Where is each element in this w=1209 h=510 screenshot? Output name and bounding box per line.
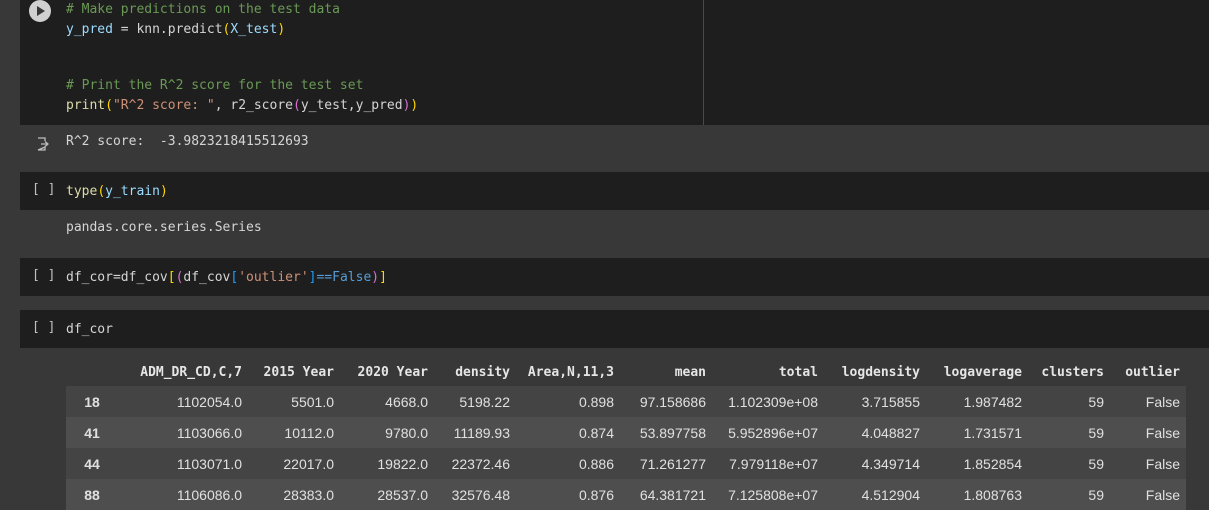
row-index: 88: [66, 479, 118, 510]
column-header: Area,N,11,3: [516, 358, 620, 386]
table-cell: False: [1110, 417, 1186, 448]
table-cell: 32576.48: [434, 479, 516, 510]
table-header-row: ADM_DR_CD,C,7 2015 Year 2020 Year density Ar…: [66, 358, 1186, 386]
table-cell: 22017.0: [248, 448, 340, 479]
table-cell: False: [1110, 479, 1186, 510]
code-cell-filter[interactable]: df_cor=df_cov[(df_cov['outlier']==False)…: [20, 258, 1209, 296]
column-header: clusters: [1028, 358, 1110, 386]
table-cell: 59: [1028, 386, 1110, 417]
cell-run-bracket[interactable]: [ ]: [32, 320, 55, 335]
table-row: 18 1102054.0 5501.0 4668.0 5198.22 0.898 97.15…: [66, 386, 1186, 417]
table-cell: 1106086.0: [118, 479, 248, 510]
table-cell: 4.349714: [824, 448, 926, 479]
table-cell: 0.898: [516, 386, 620, 417]
table-cell: 1103071.0: [118, 448, 248, 479]
row-index: 41: [66, 417, 118, 448]
code-cell-predict[interactable]: # Make predictions on the test data y_pr…: [20, 0, 1209, 125]
code-line: y_pred = knn.predict(X_test): [66, 22, 286, 37]
table-cell: 59: [1028, 448, 1110, 479]
table-cell: 64.381721: [620, 479, 712, 510]
code-line: df_cor=df_cov[(df_cov['outlier']==False)…: [66, 270, 387, 285]
table-cell: 10112.0: [248, 417, 340, 448]
cell-divider: [703, 0, 704, 125]
table-cell: 1102054.0: [118, 386, 248, 417]
table-cell: 97.158686: [620, 386, 712, 417]
table-cell: False: [1110, 386, 1186, 417]
cell-output: R^2 score: -3.9823218415512693: [66, 134, 309, 149]
table-cell: 4668.0: [340, 386, 434, 417]
table-cell: 0.874: [516, 417, 620, 448]
table-cell: 11189.93: [434, 417, 516, 448]
table-cell: 7.125808e+07: [712, 479, 824, 510]
table-cell: 1.102309e+08: [712, 386, 824, 417]
column-header: logaverage: [926, 358, 1028, 386]
code-cell-type[interactable]: type(y_train): [20, 172, 1209, 210]
table-cell: 5.952896e+07: [712, 417, 824, 448]
column-header: logdensity: [824, 358, 926, 386]
table-cell: 1.987482: [926, 386, 1028, 417]
table-row: 44 1103071.0 22017.0 19822.0 22372.46 0.886 71…: [66, 448, 1186, 479]
cell-run-bracket[interactable]: [ ]: [32, 268, 55, 283]
table-cell: 5198.22: [434, 386, 516, 417]
table-cell: 53.897758: [620, 417, 712, 448]
table-cell: 59: [1028, 417, 1110, 448]
table-cell: 1.808763: [926, 479, 1028, 510]
table-cell: 4.512904: [824, 479, 926, 510]
column-header: density: [434, 358, 516, 386]
column-header: [66, 358, 118, 386]
code-line: df_cor: [66, 322, 113, 337]
table-cell: 19822.0: [340, 448, 434, 479]
code-line: # Print the R^2 score for the test set: [66, 78, 364, 93]
table-row: 41 1103066.0 10112.0 9780.0 11189.93 0.874 53.…: [66, 417, 1186, 448]
table-cell: 0.876: [516, 479, 620, 510]
table-cell: 0.886: [516, 448, 620, 479]
run-cell-button[interactable]: [29, 0, 51, 22]
table-cell: 28537.0: [340, 479, 434, 510]
table-cell: 59: [1028, 479, 1110, 510]
column-header: 2020 Year: [340, 358, 434, 386]
cell-output: pandas.core.series.Series: [66, 220, 262, 235]
code-cell-df[interactable]: df_cor: [20, 310, 1209, 348]
dataframe-table: ADM_DR_CD,C,7 2015 Year 2020 Year density Ar…: [66, 358, 1186, 510]
column-header: outlier: [1110, 358, 1186, 386]
table-row: 88 1106086.0 28383.0 28537.0 32576.48 0.876 64…: [66, 479, 1186, 510]
row-index: 18: [66, 386, 118, 417]
code-line: print("R^2 score: ", r2_score(y_test,y_p…: [66, 98, 419, 113]
column-header: mean: [620, 358, 712, 386]
column-header: 2015 Year: [248, 358, 340, 386]
cell-run-bracket[interactable]: [ ]: [32, 182, 55, 197]
code-line: # Make predictions on the test data: [66, 2, 340, 17]
table-cell: 9780.0: [340, 417, 434, 448]
column-header: ADM_DR_CD,C,7: [118, 358, 248, 386]
table-cell: 28383.0: [248, 479, 340, 510]
row-index: 44: [66, 448, 118, 479]
table-cell: 71.261277: [620, 448, 712, 479]
table-cell: 1.852854: [926, 448, 1028, 479]
table-cell: 4.048827: [824, 417, 926, 448]
table-cell: 1.731571: [926, 417, 1028, 448]
table-cell: 22372.46: [434, 448, 516, 479]
table-cell: 3.715855: [824, 386, 926, 417]
column-header: total: [712, 358, 824, 386]
table-cell: False: [1110, 448, 1186, 479]
code-line: type(y_train): [66, 184, 168, 199]
table-cell: 7.979118e+07: [712, 448, 824, 479]
table-cell: 5501.0: [248, 386, 340, 417]
output-icon[interactable]: [35, 137, 49, 151]
table-cell: 1103066.0: [118, 417, 248, 448]
